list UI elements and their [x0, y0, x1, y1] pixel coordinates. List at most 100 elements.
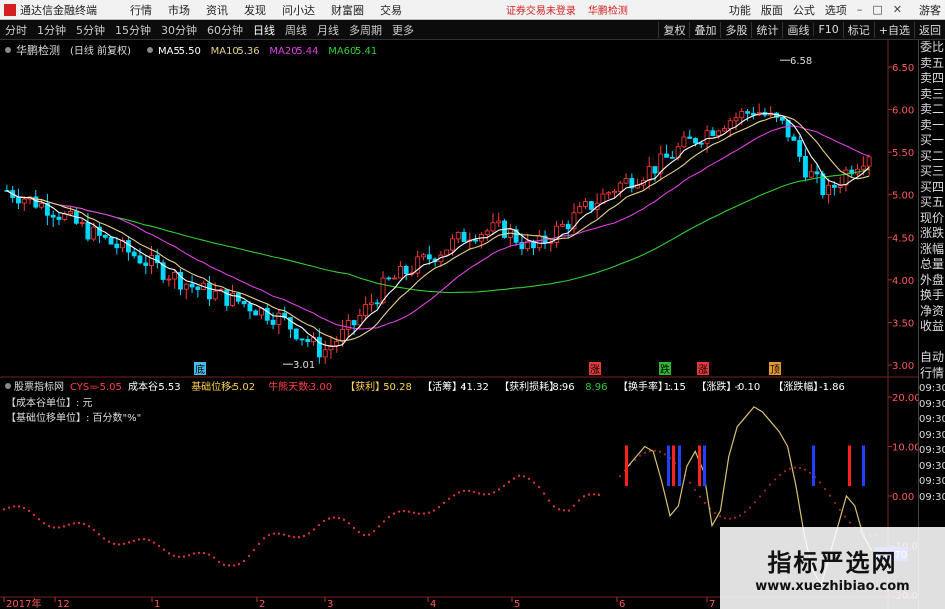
menu-item-quotes[interactable]: 行情 [122, 2, 160, 18]
broker-link[interactable]: 华鹏检测 [582, 2, 634, 17]
quote-panel-item[interactable]: 09:30 [919, 428, 945, 444]
cost-dot [122, 542, 126, 546]
quote-panel-item[interactable]: 总量 [919, 257, 945, 273]
quote-panel-item[interactable]: 09:30 [919, 381, 945, 397]
tab-15min[interactable]: 15分钟 [110, 22, 156, 38]
menu-options[interactable]: 选项 [820, 2, 852, 18]
quote-panel-item[interactable]: 行情 [919, 366, 945, 382]
quote-panel-item[interactable]: 买五 [919, 195, 945, 211]
candle-body [617, 182, 623, 192]
indicator-item-value: -3.00 [306, 382, 332, 393]
cost-dot [437, 505, 441, 509]
stats-button[interactable]: 统计 [751, 21, 782, 38]
tab-30min[interactable]: 30分钟 [156, 22, 202, 38]
price-tick-label: 3.00 [892, 361, 914, 372]
maximize-button[interactable]: □ [867, 3, 887, 16]
mark-button[interactable]: 标记 [842, 21, 874, 38]
cost-dot [47, 524, 51, 528]
cost-dot [282, 533, 286, 536]
stock-name: 华鹏检测 [16, 43, 60, 57]
cost-dot [848, 521, 852, 524]
quote-panel-item[interactable]: 买三 [919, 164, 945, 180]
tab-60min[interactable]: 60分钟 [202, 22, 248, 38]
candle-body [450, 238, 455, 251]
candle-body [166, 278, 172, 281]
ma-label: MA20 [269, 46, 297, 57]
quote-panel-item[interactable]: 卖二 [919, 102, 945, 118]
quote-panel-item[interactable]: 卖三 [919, 87, 945, 103]
candle-body [247, 303, 253, 312]
tab-monthly[interactable]: 月线 [312, 22, 344, 38]
menu-item-trade[interactable]: 交易 [372, 2, 410, 18]
quote-panel-item[interactable]: 卖一 [919, 118, 945, 134]
quote-panel-item[interactable]: 09:30 [919, 490, 945, 506]
cost-dot [783, 470, 787, 473]
quote-panel-item[interactable]: 自动 [919, 350, 945, 366]
quote-panel-item[interactable]: 09:30 [919, 443, 945, 459]
tab-daily[interactable]: 日线 [248, 22, 280, 38]
adjust-button[interactable]: 复权 [658, 21, 689, 38]
chart-area[interactable]: 6.50 6.00 5.50 5.00 4.50 4.00 3.50 3.00 6.58 3.01… [0, 40, 924, 609]
candle-body [137, 255, 143, 264]
menu-formula[interactable]: 公式 [788, 2, 820, 18]
candle-body [149, 255, 154, 266]
quote-panel-item[interactable]: 卖四 [919, 71, 945, 87]
minimize-button[interactable]: – [852, 3, 868, 16]
quote-panel-item[interactable]: 买四 [919, 180, 945, 196]
quote-panel-item[interactable]: 现价 [919, 211, 945, 227]
quote-panel-item[interactable]: 买一 [919, 133, 945, 149]
f10-button[interactable]: F10 [813, 23, 842, 36]
quote-panel-item[interactable]: 涨跌 [919, 226, 945, 242]
cost-dot [352, 526, 356, 530]
quote-panel-item[interactable]: 换手 [919, 288, 945, 304]
cost-dot [342, 518, 346, 521]
back-button[interactable]: 返回 [914, 21, 945, 38]
tab-multi-period[interactable]: 多周期 [344, 22, 387, 38]
quote-panel-item[interactable]: 09:30 [919, 412, 945, 428]
cost-dot [142, 537, 146, 541]
menu-item-discover[interactable]: 发现 [236, 2, 274, 18]
cost-dot [663, 453, 667, 456]
quote-panel-item[interactable] [919, 335, 945, 351]
quote-panel-item[interactable]: 09:30 [919, 459, 945, 475]
quote-panel-item[interactable]: 09:30 [919, 397, 945, 413]
indicator-item-label: 【活筹】: [422, 380, 465, 393]
quote-panel-item[interactable]: 09:30 [919, 474, 945, 490]
overlay-button[interactable]: 叠加 [689, 21, 720, 38]
trade-login-link[interactable]: 证券交易未登录 [500, 2, 582, 17]
tab-5min[interactable]: 5分钟 [71, 22, 110, 38]
cost-dot [823, 487, 827, 490]
tab-1min[interactable]: 1分钟 [32, 22, 71, 38]
quote-panel-item[interactable]: 净资 [919, 304, 945, 320]
cost-dot [52, 526, 56, 529]
draw-line-button[interactable]: 画线 [782, 21, 813, 38]
quote-panel-item[interactable]: 买二 [919, 149, 945, 165]
quote-panel-item[interactable]: 收益 [919, 319, 945, 335]
menu-item-wealth[interactable]: 财富圈 [323, 2, 372, 18]
close-button[interactable]: ✕ [888, 3, 907, 16]
candle-body [444, 249, 450, 256]
menu-function[interactable]: 功能 [724, 2, 756, 18]
cost-dot [357, 530, 361, 534]
quote-panel-item[interactable]: 委比 [919, 40, 945, 56]
menu-item-ask[interactable]: 问小达 [274, 2, 323, 18]
cost-dot [272, 532, 276, 535]
candle-body [189, 283, 195, 288]
menu-item-market[interactable]: 市场 [160, 2, 198, 18]
guest-label[interactable]: 游客 [907, 2, 945, 18]
watermark-title: 指标严选网 [767, 549, 898, 577]
cost-dot [693, 488, 697, 491]
quote-panel-item[interactable]: 涨幅 [919, 242, 945, 258]
quote-panel-item[interactable]: 卖五 [919, 56, 945, 72]
quote-panel-item[interactable]: 外盘 [919, 273, 945, 289]
menu-item-news[interactable]: 资讯 [198, 2, 236, 18]
menu-layout[interactable]: 版面 [756, 2, 788, 18]
signal-label: 底 [195, 363, 205, 376]
add-watchlist-button[interactable]: +自选 [873, 21, 914, 38]
kline-chart[interactable]: 6.50 6.00 5.50 5.00 4.50 4.00 3.50 3.00 6.58 3.01… [0, 40, 924, 609]
tab-intraday[interactable]: 分时 [0, 22, 32, 38]
tab-more[interactable]: 更多 [387, 22, 419, 38]
cost-dot [117, 543, 121, 546]
tab-weekly[interactable]: 周线 [280, 22, 312, 38]
multi-stock-button[interactable]: 多股 [720, 21, 751, 38]
